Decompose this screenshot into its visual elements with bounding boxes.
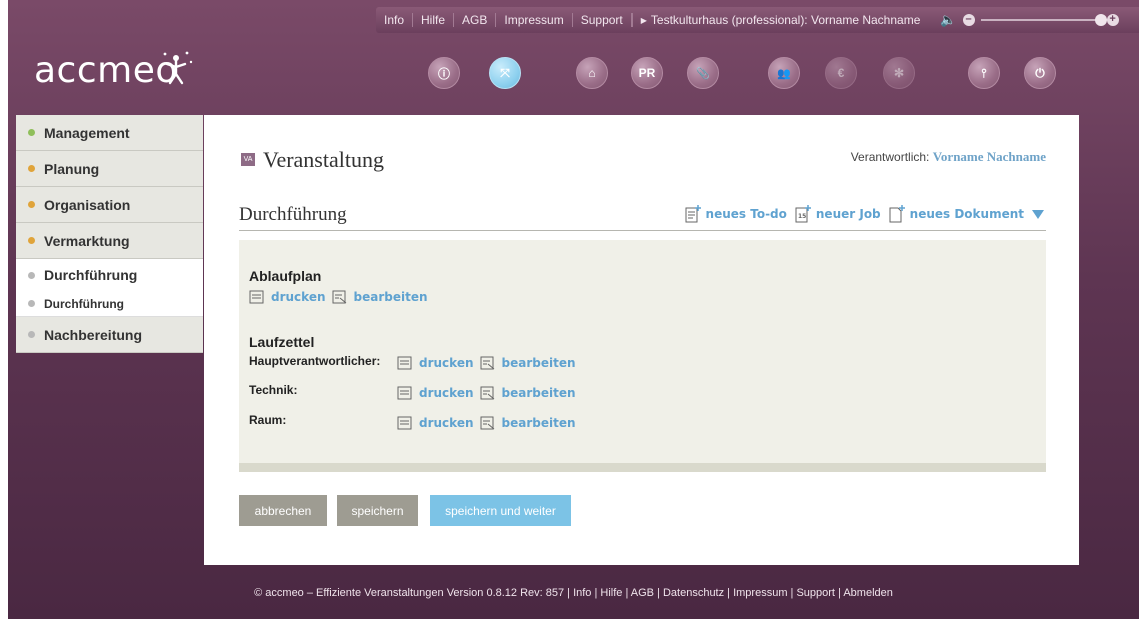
section-divider (239, 230, 1046, 231)
new-todo-button[interactable]: neues To-do (685, 205, 787, 223)
save-button[interactable]: speichern (337, 495, 418, 526)
people-icon[interactable]: 👥 (768, 57, 800, 89)
edit-icon (480, 356, 494, 370)
laufzettel-heading: Laufzettel (249, 334, 315, 350)
status-dot-icon (28, 237, 35, 244)
arrows-icon[interactable]: ⤧ (489, 57, 521, 89)
edit-icon (480, 416, 494, 430)
status-dot-icon (28, 300, 35, 307)
volume-control: 🔈 – + (940, 12, 1119, 28)
power-icon[interactable]: ⏻ (1024, 57, 1056, 89)
sidebar-item-nachbereitung[interactable]: Nachbereitung (16, 317, 203, 353)
euro-icon[interactable]: € (825, 57, 857, 89)
page-title: Veranstaltung (263, 147, 384, 172)
print-icon (397, 416, 412, 430)
play-triangle-icon: ▶ (640, 15, 647, 25)
status-dot-icon (28, 271, 35, 279)
laufzettel-row-actions: drucken bearbeiten (397, 356, 576, 370)
edit-icon (480, 386, 494, 400)
context-selector[interactable]: ▶ Testkulturhaus (professional): Vorname… (631, 13, 929, 27)
responsible-label: Verantwortlich: (850, 150, 930, 164)
print-icon (249, 290, 264, 304)
info-icon[interactable]: ⓘ (428, 57, 460, 89)
main-content: VA Veranstaltung Verantwortlich: Vorname… (204, 115, 1079, 565)
durchfuehrung-panel: Ablaufplan drucken bearbeiten Laufzettel… (239, 240, 1046, 472)
topbar-link-info[interactable]: Info (376, 13, 414, 27)
ablaufplan-heading: Ablaufplan (249, 268, 322, 284)
laufzettel-row-actions: drucken bearbeiten (397, 386, 576, 400)
volume-down-button[interactable]: – (962, 14, 975, 26)
print-link[interactable]: drucken (419, 416, 474, 430)
new-document-button[interactable]: neues Dokument (889, 205, 1024, 223)
sidebar: Management Planung Organisation Vermarkt… (16, 115, 203, 353)
document-icon (889, 205, 905, 223)
sidebar-item-vermarktung[interactable]: Vermarktung (16, 223, 203, 259)
va-badge-icon: VA (241, 153, 255, 166)
section-title: Durchführung (239, 204, 347, 225)
print-icon (397, 356, 412, 370)
print-link[interactable]: drucken (419, 386, 474, 400)
sliders-icon[interactable]: ⫯ (968, 57, 1000, 89)
responsible-info: Verantwortlich: Vorname Nachname (851, 149, 1046, 165)
save-and-continue-button[interactable]: speichern und weiter (430, 495, 571, 526)
speaker-icon[interactable]: 🔈 (940, 12, 956, 28)
print-link[interactable]: drucken (419, 356, 474, 370)
edit-icon (332, 290, 346, 304)
laufzettel-row-label: Hauptverantwortlicher: (249, 354, 381, 368)
topbar-link-hilfe[interactable]: Hilfe (413, 13, 455, 27)
status-dot-icon (28, 201, 35, 208)
responsible-name[interactable]: Vorname Nachname (933, 149, 1046, 164)
sidebar-item-organisation[interactable]: Organisation (16, 187, 203, 223)
context-label: Testkulturhaus (professional): Vorname N… (650, 13, 921, 27)
new-job-button[interactable]: 15 neuer Job (795, 205, 881, 223)
volume-up-button[interactable]: + (1106, 14, 1119, 26)
edit-link[interactable]: bearbeiten (502, 356, 576, 370)
top-info-bar: Info Hilfe AGB Impressum Support ▶ Testk… (376, 7, 1139, 33)
footer: © accmeo – Effiziente Veranstaltungen Ve… (254, 587, 893, 599)
sidebar-item-management[interactable]: Management (16, 115, 203, 151)
ablaufplan-print-link[interactable]: drucken (271, 290, 326, 304)
print-icon (397, 386, 412, 400)
todo-icon (685, 205, 701, 223)
home-icon[interactable]: ⌂ (576, 57, 608, 89)
sidebar-item-planung[interactable]: Planung (16, 151, 203, 187)
expand-triangle-icon[interactable] (1032, 209, 1044, 219)
ablaufplan-edit-link[interactable]: bearbeiten (354, 290, 428, 304)
ablaufplan-actions: drucken bearbeiten (249, 290, 428, 304)
edit-link[interactable]: bearbeiten (502, 416, 576, 430)
section-actions: neues To-do 15 neuer Job neues Dokument (685, 205, 1044, 223)
status-dot-icon (28, 129, 35, 136)
cancel-button[interactable]: abbrechen (239, 495, 327, 526)
laufzettel-row-label: Raum: (249, 413, 287, 427)
pr-icon[interactable]: PR (631, 57, 663, 89)
sidebar-item-durchfuehrung[interactable]: Durchführung (16, 259, 203, 291)
puzzle-icon[interactable]: ✻ (883, 57, 915, 89)
topbar-link-support[interactable]: Support (573, 13, 632, 27)
svg-text:15: 15 (798, 213, 806, 220)
app-frame: Info Hilfe AGB Impressum Support ▶ Testk… (8, 0, 1139, 619)
status-dot-icon (28, 331, 35, 338)
paperclip-icon[interactable]: 📎 (687, 57, 719, 89)
laufzettel-row-actions: drucken bearbeiten (397, 416, 576, 430)
topbar-link-agb[interactable]: AGB (454, 13, 497, 27)
status-dot-icon (28, 165, 35, 172)
laufzettel-row-label: Technik: (249, 383, 298, 397)
volume-slider[interactable] (980, 14, 1107, 26)
calendar-icon: 15 (795, 205, 811, 223)
edit-link[interactable]: bearbeiten (502, 386, 576, 400)
sidebar-subitem-durchfuehrung[interactable]: Durchführung (16, 291, 203, 317)
juggler-logo-icon (163, 51, 193, 85)
volume-slider-knob[interactable] (1094, 14, 1107, 26)
topbar-link-impressum[interactable]: Impressum (496, 13, 573, 27)
